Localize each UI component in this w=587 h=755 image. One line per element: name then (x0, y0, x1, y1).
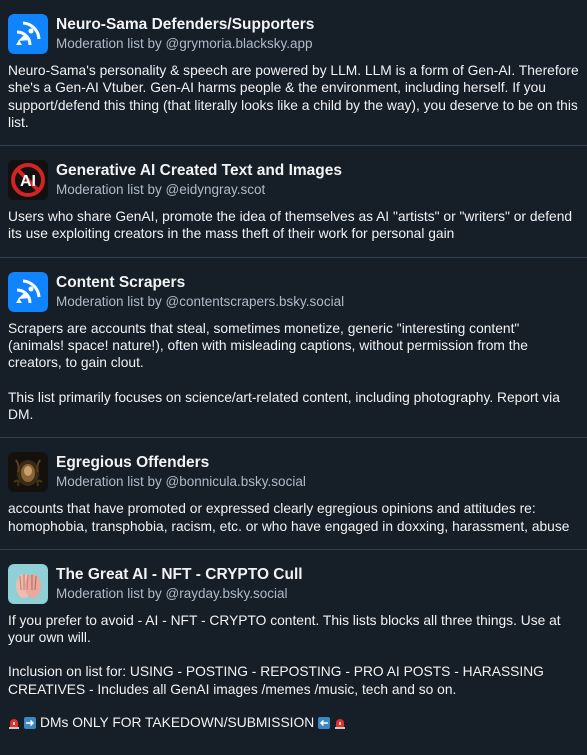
list-title[interactable]: The Great AI - NFT - CRYPTO Cull (56, 565, 303, 584)
list-card-ai-nft-crypto-cull[interactable]: The Great AI - NFT - CRYPTO Cull Moderat… (0, 550, 587, 744)
list-byline[interactable]: Moderation list by @grymoria.blacksky.ap… (56, 35, 314, 53)
list-title[interactable]: Egregious Offenders (56, 453, 306, 472)
takedown-notice-text: DMs ONLY FOR TAKEDOWN/SUBMISSION (40, 715, 315, 731)
list-card-header: AI Generative AI Created Text and Images… (8, 160, 579, 201)
list-description: Neuro-Sama's personality & speech are po… (8, 63, 579, 130)
list-description-2: This list primarily focuses on science/a… (8, 389, 560, 422)
hands-avatar-icon (8, 563, 48, 604)
satellite-dish-icon (8, 271, 48, 312)
list-description-2: Inclusion on list for: USING - POSTING -… (8, 664, 544, 697)
list-card-header: Egregious Offenders Moderation list by @… (8, 452, 579, 493)
list-title[interactable]: Generative AI Created Text and Images (56, 161, 342, 180)
list-description: accounts that have promoted or expressed… (8, 501, 570, 534)
siren-icon (9, 718, 19, 729)
list-byline[interactable]: Moderation list by @eidyngray.scot (56, 181, 342, 199)
list-title[interactable]: Neuro-Sama Defenders/Supporters (56, 15, 314, 34)
moderation-list-feed: Neuro-Sama Defenders/Supporters Moderati… (0, 0, 587, 744)
list-description: If you prefer to avoid - AI - NFT - CRYP… (8, 612, 561, 646)
siren-icon (335, 718, 346, 729)
list-byline[interactable]: Moderation list by @bonnicula.bsky.socia… (56, 473, 306, 491)
satellite-dish-icon (8, 14, 48, 54)
list-byline[interactable]: Moderation list by @rayday.bsky.social (56, 585, 303, 603)
list-description: Scrapers are accounts that steal, someti… (8, 320, 528, 371)
list-card-content-scrapers[interactable]: Content Scrapers Moderation list by @con… (0, 258, 587, 439)
list-card-header: The Great AI - NFT - CRYPTO Cull Moderat… (8, 563, 579, 604)
list-card-header: Neuro-Sama Defenders/Supporters Moderati… (8, 14, 579, 54)
list-description: Users who share GenAI, promote the idea … (8, 209, 573, 242)
takedown-notice: DMs ONLY FOR TAKEDOWN/SUBMISSION (8, 715, 579, 730)
list-card-header: Content Scrapers Moderation list by @con… (8, 271, 579, 312)
painting-avatar-icon (8, 452, 48, 493)
list-card-neuro-sama[interactable]: Neuro-Sama Defenders/Supporters Moderati… (0, 0, 587, 147)
list-card-egregious-offenders[interactable]: Egregious Offenders Moderation list by @… (0, 438, 587, 550)
arrow-left-icon (318, 716, 331, 729)
no-ai-icon-text: AI (20, 173, 36, 190)
no-ai-icon: AI (8, 160, 48, 201)
arrow-right-icon (24, 716, 36, 729)
list-byline[interactable]: Moderation list by @contentscrapers.bsky… (56, 293, 344, 311)
list-title[interactable]: Content Scrapers (56, 273, 344, 292)
list-card-generative-ai[interactable]: AI Generative AI Created Text and Images… (0, 146, 587, 258)
